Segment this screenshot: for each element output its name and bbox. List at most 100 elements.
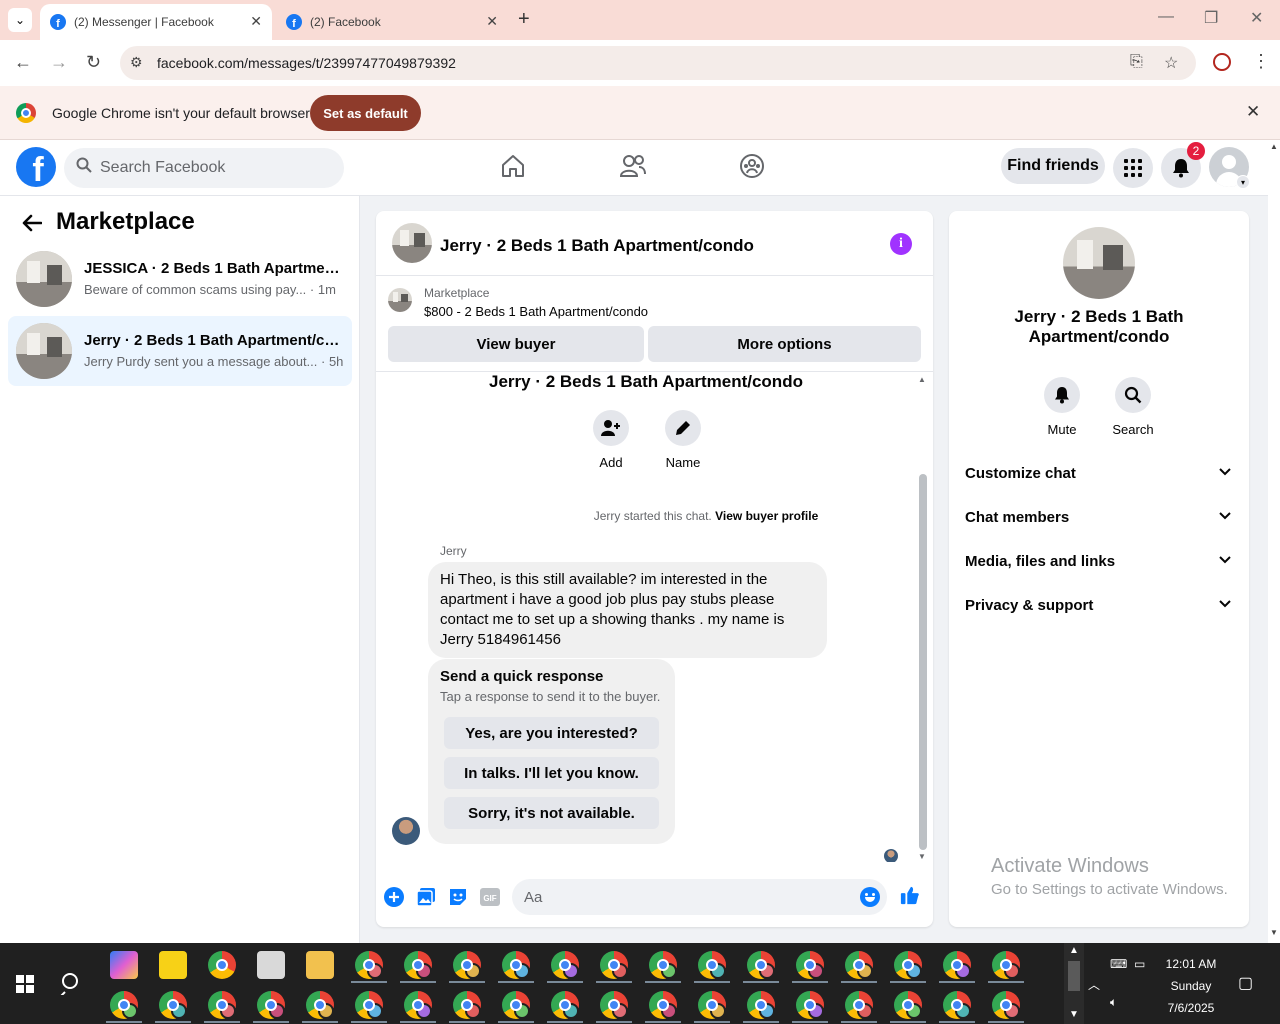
chrome-profile-window-icon[interactable]: [796, 951, 824, 979]
chrome-icon[interactable]: [208, 951, 236, 979]
chrome-profile-window-icon[interactable]: [306, 991, 334, 1019]
chrome-profile-window-icon[interactable]: [649, 951, 677, 979]
window-close-icon[interactable]: ✕: [1250, 8, 1263, 28]
sender-avatar[interactable]: [392, 817, 420, 845]
chrome-profile-window-icon[interactable]: [943, 991, 971, 1019]
taskbar-clock[interactable]: 12:01 AM Sunday 7/6/2025: [1150, 953, 1232, 1019]
chrome-profile-window-icon[interactable]: [943, 951, 971, 979]
mute-button[interactable]: Mute: [1032, 377, 1092, 437]
emoji-icon[interactable]: [860, 887, 880, 907]
chrome-profile-window-icon[interactable]: [355, 991, 383, 1019]
chrome-profile-window-icon[interactable]: [502, 951, 530, 979]
restore-icon[interactable]: ❐: [1204, 8, 1218, 28]
customize-chat-section[interactable]: Customize chat: [949, 453, 1249, 493]
home-icon[interactable]: [499, 152, 527, 180]
message-input[interactable]: [524, 879, 854, 915]
chrome-profile-window-icon[interactable]: [404, 991, 432, 1019]
chrome-profile-window-icon[interactable]: [649, 991, 677, 1019]
back-icon[interactable]: ←: [14, 52, 32, 73]
chrome-profile-window-icon[interactable]: [600, 951, 628, 979]
chrome-profile-window-icon[interactable]: [502, 991, 530, 1019]
chrome-profile-window-icon[interactable]: [257, 991, 285, 1019]
chevron-down-icon[interactable]: ▾: [1236, 175, 1250, 189]
view-buyer-profile-link[interactable]: View buyer profile: [715, 509, 818, 523]
chrome-menu-icon[interactable]: ⋮: [1252, 51, 1270, 72]
windows-start-icon[interactable]: [16, 975, 34, 993]
chrome-profile-window-icon[interactable]: [208, 991, 236, 1019]
show-hidden-icons-icon[interactable]: ︿: [1088, 976, 1100, 993]
chrome-profile-window-icon[interactable]: [453, 951, 481, 979]
bookmark-star-icon[interactable]: ☆: [1164, 53, 1178, 73]
thumbs-up-icon[interactable]: [900, 885, 920, 905]
set-as-default-button[interactable]: Set as default: [310, 95, 421, 131]
chrome-profile-window-icon[interactable]: [894, 951, 922, 979]
facebook-search[interactable]: [64, 148, 344, 188]
file-explorer-icon[interactable]: [306, 951, 334, 979]
quick-response-button[interactable]: Yes, are you interested?: [444, 717, 659, 749]
scroll-down-icon[interactable]: ▼: [1069, 1009, 1079, 1020]
chrome-profile-window-icon[interactable]: [551, 951, 579, 979]
tab-facebook[interactable]: f (2) Facebook ✕: [276, 4, 508, 40]
conversation-item-selected[interactable]: Jerry · 2 Beds 1 Bath Apartment/condo Je…: [8, 316, 352, 386]
quick-response-button[interactable]: Sorry, it's not available.: [444, 797, 659, 829]
sticky-notes-icon[interactable]: [159, 951, 187, 979]
thread-scrollbar-thumb[interactable]: [919, 474, 927, 850]
message-input-wrapper[interactable]: [512, 879, 887, 915]
chrome-profile-window-icon[interactable]: [894, 991, 922, 1019]
conversation-info-icon[interactable]: i: [890, 233, 912, 255]
plus-circle-icon[interactable]: [384, 887, 404, 907]
taskbar-search-icon[interactable]: [59, 971, 84, 998]
message-thread[interactable]: Jerry · 2 Beds 1 Bath Apartment/condo Ad…: [376, 372, 933, 862]
conversation-item[interactable]: JESSICA · 2 Beds 1 Bath Apartment/condo …: [8, 244, 352, 314]
friends-icon[interactable]: [619, 152, 647, 180]
infobar-close-icon[interactable]: ✕: [1246, 102, 1260, 122]
groups-icon[interactable]: [738, 152, 766, 180]
reload-icon[interactable]: ↻: [86, 52, 101, 73]
snipping-tool-icon[interactable]: [257, 951, 285, 979]
minimize-icon[interactable]: —: [1158, 8, 1174, 26]
new-tab-button[interactable]: +: [518, 8, 530, 31]
chrome-profile-window-icon[interactable]: [747, 951, 775, 979]
address-bar[interactable]: ⚙ facebook.com/messages/t/23997477049879…: [120, 46, 1196, 80]
network-icon[interactable]: ▭: [1134, 957, 1145, 971]
details-listing-thumbnail[interactable]: [1063, 227, 1135, 299]
facebook-logo-icon[interactable]: f: [16, 147, 56, 187]
scroll-down-icon[interactable]: ▼: [1270, 928, 1278, 937]
edit-name-button[interactable]: Name: [653, 410, 713, 470]
chrome-profile-window-icon[interactable]: [600, 991, 628, 1019]
chat-listing-thumbnail[interactable]: [392, 223, 432, 263]
chrome-profile-window-icon[interactable]: [110, 991, 138, 1019]
chrome-profile-window-icon[interactable]: [159, 991, 187, 1019]
forward-icon[interactable]: →: [50, 52, 68, 73]
scroll-up-icon[interactable]: ▲: [1270, 142, 1278, 151]
chrome-profile-window-icon[interactable]: [992, 991, 1020, 1019]
search-input[interactable]: [100, 148, 340, 188]
sticker-icon[interactable]: [448, 887, 468, 907]
chat-title[interactable]: Jerry · 2 Beds 1 Bath Apartment/condo: [440, 236, 754, 256]
chrome-profile-window-icon[interactable]: [747, 991, 775, 1019]
menu-grid-icon[interactable]: [1113, 148, 1153, 188]
chrome-profile-window-icon[interactable]: [845, 991, 873, 1019]
notification-center-icon[interactable]: ▢: [1238, 973, 1253, 993]
install-app-icon[interactable]: ⎘: [1130, 53, 1143, 71]
search-conversation-button[interactable]: Search: [1103, 377, 1163, 437]
photo-icon[interactable]: [416, 887, 436, 907]
chrome-profile-window-icon[interactable]: [404, 951, 432, 979]
quick-response-button[interactable]: In talks. I'll let you know.: [444, 757, 659, 789]
site-settings-icon[interactable]: ⚙: [130, 54, 143, 71]
marketplace-listing-thumbnail[interactable]: [388, 288, 412, 312]
find-friends-button[interactable]: Find friends: [1001, 148, 1105, 184]
add-person-button[interactable]: Add: [581, 410, 641, 470]
gif-icon[interactable]: GIF: [480, 887, 500, 907]
scroll-down-icon[interactable]: ▼: [918, 852, 926, 861]
view-buyer-button[interactable]: View buyer: [388, 326, 644, 362]
tab-messenger[interactable]: f (2) Messenger | Facebook ✕: [40, 4, 272, 40]
chrome-profile-window-icon[interactable]: [698, 951, 726, 979]
media-files-links-section[interactable]: Media, files and links: [949, 541, 1249, 581]
back-arrow-icon[interactable]: [22, 212, 43, 238]
copilot-icon[interactable]: [110, 951, 138, 979]
volume-icon[interactable]: 🔈︎: [1110, 995, 1117, 1010]
meet-now-icon[interactable]: ⌨: [1110, 957, 1127, 971]
chrome-profile-window-icon[interactable]: [551, 991, 579, 1019]
close-tab-icon[interactable]: ✕: [250, 13, 262, 30]
